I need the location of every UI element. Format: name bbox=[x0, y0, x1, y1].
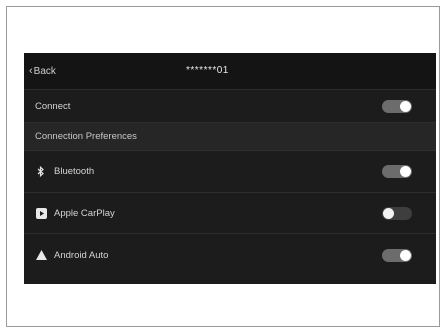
android-auto-icon bbox=[35, 249, 47, 261]
toggle-knob bbox=[400, 100, 411, 112]
top-bar: ‹ Back *******01 bbox=[24, 53, 436, 90]
android-auto-row[interactable]: Android Auto bbox=[24, 234, 436, 276]
back-label: Back bbox=[33, 65, 56, 77]
connect-label: Connect bbox=[35, 100, 71, 112]
bluetooth-row[interactable]: Bluetooth bbox=[24, 151, 436, 193]
section-label: Connection Preferences bbox=[35, 131, 137, 142]
bluetooth-label: Bluetooth bbox=[54, 166, 95, 177]
bluetooth-icon bbox=[35, 166, 47, 178]
connect-toggle[interactable] bbox=[382, 99, 412, 113]
carplay-row[interactable]: Apple CarPlay bbox=[24, 193, 436, 234]
toggle-knob bbox=[400, 249, 411, 261]
bluetooth-toggle[interactable] bbox=[382, 165, 412, 178]
toggle-knob bbox=[400, 166, 411, 177]
connect-row[interactable]: Connect bbox=[24, 90, 436, 123]
section-header: Connection Preferences bbox=[24, 123, 436, 151]
chevron-left-icon: ‹ bbox=[29, 65, 33, 77]
device-name: *******01 bbox=[186, 65, 229, 76]
carplay-icon bbox=[35, 207, 47, 219]
toggle-knob bbox=[383, 207, 394, 219]
back-button[interactable]: ‹ Back bbox=[29, 65, 56, 77]
settings-screen: ‹ Back *******01 Connect Connection Pref… bbox=[24, 53, 436, 284]
android-auto-label: Android Auto bbox=[54, 249, 109, 261]
carplay-label: Apple CarPlay bbox=[54, 207, 115, 219]
carplay-toggle[interactable] bbox=[382, 206, 412, 220]
android-auto-toggle[interactable] bbox=[382, 248, 412, 262]
